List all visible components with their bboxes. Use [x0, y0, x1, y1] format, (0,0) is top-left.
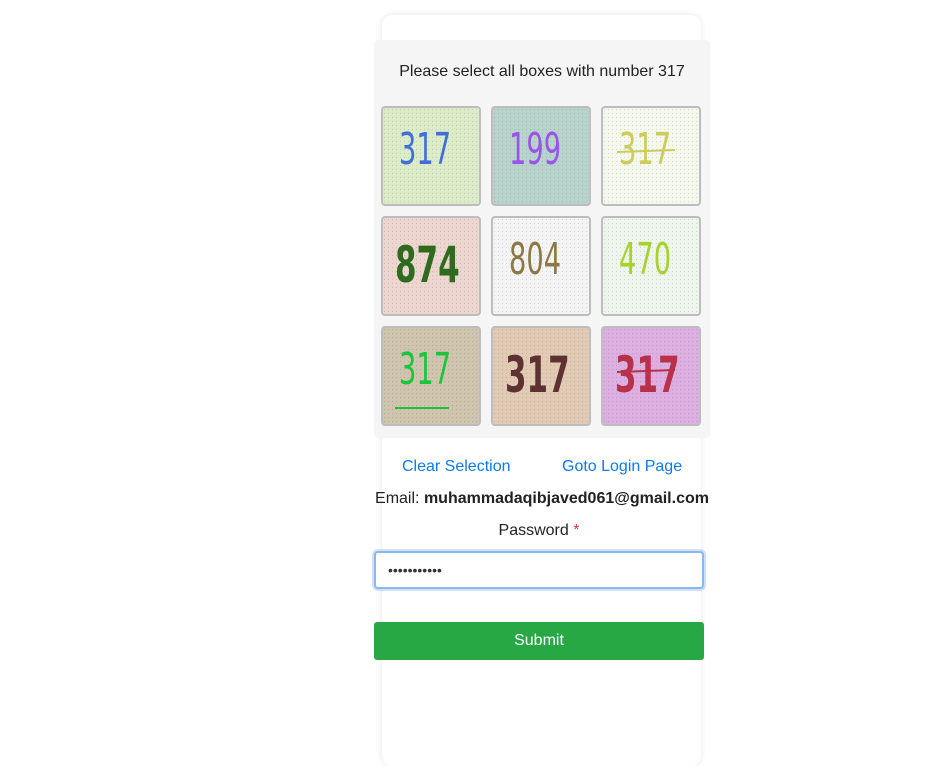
clear-selection-link[interactable]: Clear Selection: [402, 458, 511, 476]
captcha-tile[interactable]: 874: [381, 216, 481, 316]
captcha-tile-image: 317: [383, 108, 479, 204]
captcha-grid: 317 199 317 874 804 470 317 317 317: [381, 106, 701, 426]
submit-button[interactable]: Submit: [374, 622, 704, 660]
captcha-tile[interactable]: 199: [491, 106, 591, 206]
captcha-tile-image: 470: [603, 218, 699, 314]
captcha-tile-image: 317: [493, 328, 589, 424]
captcha-tile[interactable]: 317: [601, 106, 701, 206]
captcha-tile-image: 804: [493, 218, 589, 314]
email-line: Email: muhammadaqibjaved061@gmail.com: [360, 490, 724, 508]
captcha-tile-image: 199: [493, 108, 589, 204]
email-label: Email:: [375, 490, 420, 507]
captcha-tile-image: 317: [383, 328, 479, 424]
captcha-number: 874: [395, 235, 460, 294]
captcha-instruction: Please select all boxes with number 317: [399, 63, 685, 80]
captcha-tile-image: 874: [383, 218, 479, 314]
password-label-text: Password: [498, 522, 569, 539]
captcha-number: 804: [509, 233, 561, 285]
required-asterisk: *: [573, 522, 580, 539]
captcha-tile[interactable]: 317: [381, 106, 481, 206]
captcha-tile[interactable]: 317: [491, 326, 591, 426]
captcha-number: 199: [509, 123, 561, 175]
captcha-tile[interactable]: 317: [601, 326, 701, 426]
captcha-number: 317: [619, 123, 671, 175]
email-value: muhammadaqibjaved061@gmail.com: [423, 490, 709, 507]
captcha-number: 317: [399, 123, 451, 175]
captcha-number: 317: [615, 345, 680, 404]
password-field[interactable]: [374, 551, 704, 589]
goto-login-link[interactable]: Goto Login Page: [562, 458, 682, 476]
captcha-tile[interactable]: 804: [491, 216, 591, 316]
captcha-tile[interactable]: 317: [381, 326, 481, 426]
captcha-number: 317: [505, 345, 570, 404]
captcha-tile[interactable]: 470: [601, 216, 701, 316]
captcha-tile-image: 317: [603, 108, 699, 204]
password-label: Password *: [374, 522, 704, 540]
captcha-tile-image: 317: [603, 328, 699, 424]
captcha-number: 470: [619, 233, 671, 285]
captcha-number: 317: [399, 343, 451, 395]
captcha-links: Clear Selection Goto Login Page: [374, 458, 710, 478]
